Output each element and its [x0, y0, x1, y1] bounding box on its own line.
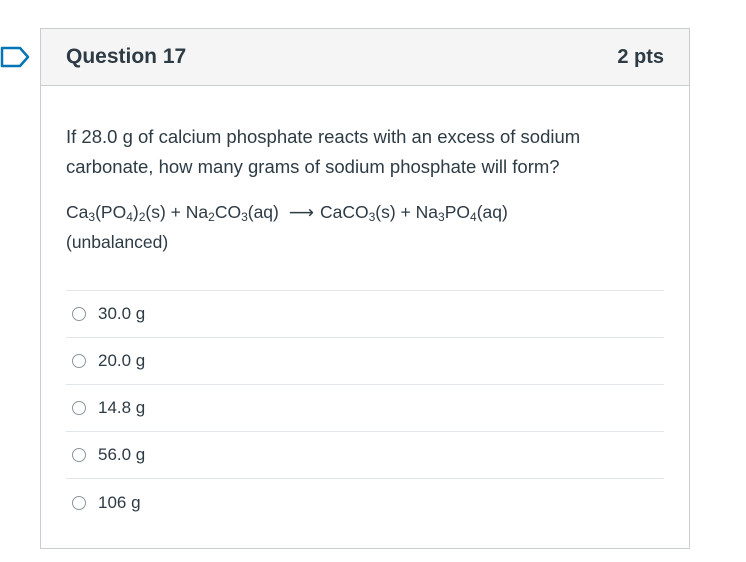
reactant-sodium-carbonate: Na2CO3(aq): [185, 202, 279, 224]
radio-unselected-icon[interactable]: [72, 354, 86, 368]
answer-label[interactable]: 106 g: [98, 493, 141, 513]
answer-label[interactable]: 14.8 g: [98, 398, 145, 418]
question-card: Question 17 2 pts If 28.0 g of calcium p…: [40, 28, 690, 549]
answer-label[interactable]: 56.0 g: [98, 445, 145, 465]
question-body: If 28.0 g of calcium phosphate reacts wi…: [41, 86, 689, 526]
answer-option[interactable]: 14.8 g: [66, 385, 664, 432]
question-prompt: If 28.0 g of calcium phosphate reacts wi…: [66, 126, 581, 177]
answer-label[interactable]: 30.0 g: [98, 304, 145, 324]
question-header: Question 17 2 pts: [41, 29, 689, 86]
reactant-calcium-phosphate: Ca3(PO4)2(s): [66, 202, 166, 224]
plus-sign: +: [395, 202, 416, 222]
reaction-arrow-icon: ⟶: [288, 202, 314, 222]
question-title: Question 17: [66, 45, 187, 68]
answer-option[interactable]: 20.0 g: [66, 338, 664, 385]
plus-sign: +: [165, 202, 186, 222]
product-calcium-carbonate: CaCO3(s): [319, 202, 396, 224]
equation-note: (unbalanced): [66, 232, 169, 252]
answer-option[interactable]: 56.0 g: [66, 432, 664, 479]
answer-option[interactable]: 30.0 g: [66, 291, 664, 338]
product-sodium-phosphate: Na3PO4(aq): [415, 202, 508, 224]
radio-unselected-icon[interactable]: [72, 495, 86, 510]
chemical-equation: Ca3(PO4)2(s) + Na2CO3(aq) ⟶ CaCO3(s) + Na3…: [66, 197, 664, 257]
answer-label[interactable]: 20.0 g: [98, 351, 145, 371]
question-points: 2 pts: [617, 45, 664, 68]
answer-option[interactable]: 106 g: [66, 479, 664, 526]
radio-unselected-icon[interactable]: [72, 448, 86, 462]
radio-unselected-icon[interactable]: [72, 401, 86, 415]
bookmark-flag-icon[interactable]: [0, 46, 30, 68]
radio-unselected-icon[interactable]: [72, 307, 86, 321]
answer-list: 30.0 g 20.0 g 14.8 g 56.0 g 106 g: [66, 290, 664, 526]
